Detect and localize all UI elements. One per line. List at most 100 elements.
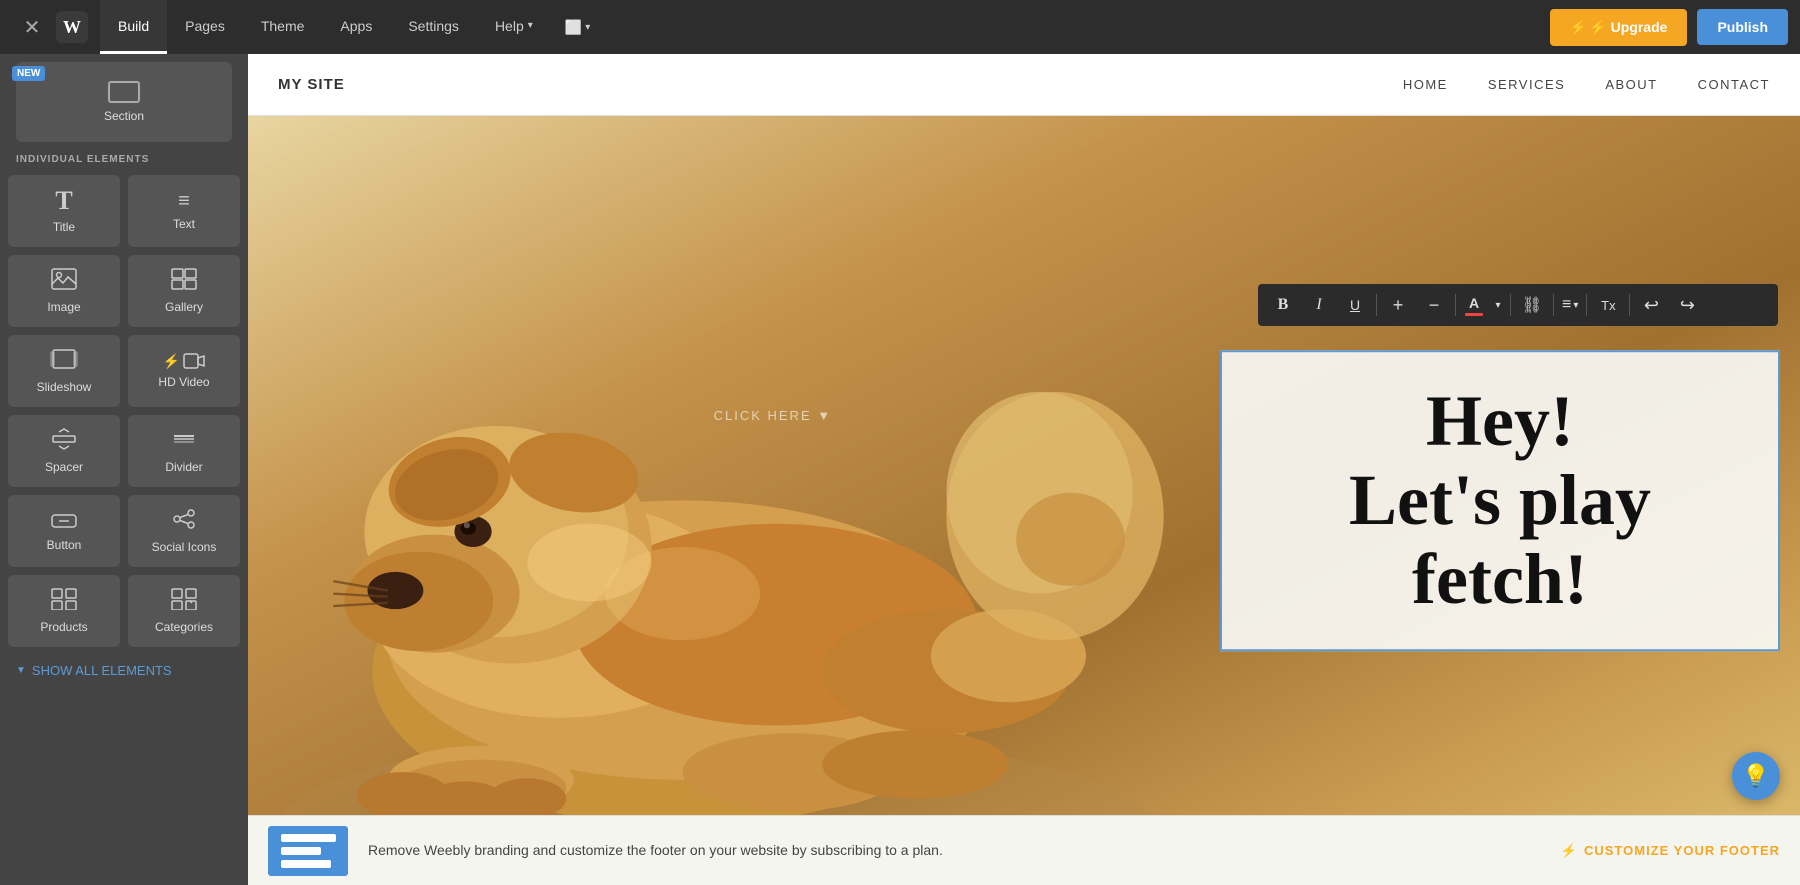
format-undo-button[interactable]: ↩ bbox=[1634, 288, 1668, 322]
site-logo: MY SITE bbox=[278, 76, 345, 93]
element-slideshow[interactable]: Slideshow bbox=[8, 335, 120, 407]
upgrade-icon: ⚡ bbox=[1570, 19, 1587, 36]
spacer-icon bbox=[51, 428, 77, 454]
footer-message: Remove Weebly branding and customize the… bbox=[368, 840, 1541, 861]
customize-footer-button[interactable]: ⚡ CUSTOMIZE YOUR FOOTER bbox=[1561, 843, 1780, 859]
puppy-svg bbox=[248, 116, 1179, 885]
element-slideshow-label: Slideshow bbox=[37, 380, 92, 394]
right-buttons: ⚡ ⚡ Upgrade Publish bbox=[1550, 9, 1788, 46]
format-underline-button[interactable]: U bbox=[1338, 288, 1372, 322]
site-nav-home[interactable]: HOME bbox=[1403, 73, 1448, 96]
element-image[interactable]: Image bbox=[8, 255, 120, 327]
close-button[interactable]: ✕ bbox=[12, 0, 52, 54]
element-button-label: Button bbox=[47, 538, 82, 552]
canvas-area: MY SITE HOME SERVICES ABOUT CONTACT bbox=[248, 54, 1800, 885]
toolbar-separator-6 bbox=[1629, 294, 1630, 316]
format-link-button[interactable]: ⛓ bbox=[1515, 288, 1549, 322]
lightning-icon: ⚡ bbox=[163, 354, 180, 368]
element-spacer[interactable]: Spacer bbox=[8, 415, 120, 487]
footer-preview-image bbox=[268, 826, 348, 876]
tab-build[interactable]: Build bbox=[100, 0, 167, 54]
customize-icon: ⚡ bbox=[1561, 843, 1578, 859]
show-all-elements-button[interactable]: ▼ SHOW ALL ELEMENTS bbox=[0, 651, 248, 690]
format-redo-button[interactable]: ↪ bbox=[1670, 288, 1704, 322]
main-layout: NEW Section INDIVIDUAL ELEMENTS T Title … bbox=[0, 54, 1800, 885]
section-icon bbox=[108, 81, 140, 103]
help-fab-button[interactable]: 💡 bbox=[1732, 752, 1780, 800]
elements-heading: INDIVIDUAL ELEMENTS bbox=[0, 142, 248, 171]
footer-line-2 bbox=[281, 847, 321, 855]
button-icon bbox=[51, 510, 77, 532]
toolbar-separator-4 bbox=[1553, 294, 1554, 316]
footer-line-1 bbox=[281, 834, 336, 842]
toolbar-separator-2 bbox=[1455, 294, 1456, 316]
customize-label: CUSTOMIZE YOUR FOOTER bbox=[1584, 843, 1780, 858]
element-button[interactable]: Button bbox=[8, 495, 120, 567]
tab-help[interactable]: Help ▾ bbox=[477, 0, 551, 54]
device-dropdown-icon: ▾ bbox=[585, 22, 590, 33]
element-title-label: Title bbox=[53, 220, 75, 234]
footer-lines bbox=[275, 828, 342, 874]
gallery-icon bbox=[171, 268, 197, 294]
element-products-label: Products bbox=[40, 620, 87, 634]
site-nav-about[interactable]: ABOUT bbox=[1605, 73, 1657, 96]
title-icon: T bbox=[55, 188, 72, 214]
hd-video-icon: ⚡ bbox=[163, 353, 205, 369]
element-social-icons-label: Social Icons bbox=[152, 540, 217, 554]
element-gallery[interactable]: Gallery bbox=[128, 255, 240, 327]
element-text[interactable]: ≡ Text bbox=[128, 175, 240, 247]
help-dropdown-icon: ▾ bbox=[528, 20, 533, 31]
section-element[interactable]: Section bbox=[16, 62, 232, 142]
element-categories-label: Categories bbox=[155, 620, 213, 634]
format-clear-button[interactable]: Tx bbox=[1591, 288, 1625, 322]
element-spacer-label: Spacer bbox=[45, 460, 83, 474]
weebly-logo-mark: W bbox=[56, 11, 88, 43]
site-nav-contact[interactable]: CONTACT bbox=[1698, 73, 1770, 96]
format-align-dropdown[interactable]: ≡ ▾ bbox=[1558, 296, 1582, 314]
footer-bar: Remove Weebly branding and customize the… bbox=[248, 815, 1800, 885]
text-icon: ≡ bbox=[178, 191, 190, 211]
device-icon: ⬜ bbox=[565, 19, 582, 36]
toolbar-separator-5 bbox=[1586, 294, 1587, 316]
hero-text: Hey!Let's playfetch! bbox=[1349, 382, 1651, 620]
image-icon bbox=[51, 268, 77, 294]
site-nav: HOME SERVICES ABOUT CONTACT bbox=[1403, 73, 1770, 96]
element-image-label: Image bbox=[47, 300, 80, 314]
section-label: Section bbox=[104, 109, 144, 123]
element-products[interactable]: Products bbox=[8, 575, 120, 647]
format-increase-button[interactable]: + bbox=[1381, 288, 1415, 322]
element-title[interactable]: T Title bbox=[8, 175, 120, 247]
format-decrease-button[interactable]: − bbox=[1417, 288, 1451, 322]
element-hd-video[interactable]: ⚡ HD Video bbox=[128, 335, 240, 407]
help-fab-icon: 💡 bbox=[1742, 763, 1769, 789]
tab-theme[interactable]: Theme bbox=[243, 0, 323, 54]
tab-settings[interactable]: Settings bbox=[390, 0, 477, 54]
format-chevron-color[interactable]: ▾ bbox=[1490, 288, 1506, 322]
weebly-logo: W bbox=[52, 0, 92, 54]
hero-section[interactable]: CLICK HERE ▼ B I U + − A ▾ ⛓ bbox=[248, 116, 1800, 885]
format-color-button[interactable]: A bbox=[1460, 291, 1488, 319]
device-toggle-button[interactable]: ⬜ ▾ bbox=[551, 0, 604, 54]
element-categories[interactable]: Categories bbox=[128, 575, 240, 647]
format-bold-button[interactable]: B bbox=[1266, 288, 1300, 322]
site-header: MY SITE HOME SERVICES ABOUT CONTACT bbox=[248, 54, 1800, 116]
social-icons-icon bbox=[171, 508, 197, 534]
element-divider[interactable]: Divider bbox=[128, 415, 240, 487]
upgrade-button[interactable]: ⚡ ⚡ Upgrade bbox=[1550, 9, 1688, 46]
element-social-icons[interactable]: Social Icons bbox=[128, 495, 240, 567]
font-color-letter: A bbox=[1469, 295, 1479, 311]
align-icon: ≡ bbox=[1562, 296, 1571, 314]
publish-button[interactable]: Publish bbox=[1697, 9, 1788, 45]
element-text-label: Text bbox=[173, 217, 195, 231]
tab-pages[interactable]: Pages bbox=[167, 0, 243, 54]
element-gallery-label: Gallery bbox=[165, 300, 203, 314]
format-italic-button[interactable]: I bbox=[1302, 288, 1336, 322]
sidebar: NEW Section INDIVIDUAL ELEMENTS T Title … bbox=[0, 54, 248, 885]
format-toolbar: B I U + − A ▾ ⛓ ≡ ▾ Tx bbox=[1258, 284, 1778, 326]
footer-line-3 bbox=[281, 860, 331, 868]
tab-apps[interactable]: Apps bbox=[322, 0, 390, 54]
categories-icon bbox=[171, 588, 197, 614]
site-nav-services[interactable]: SERVICES bbox=[1488, 73, 1566, 96]
elements-grid: T Title ≡ Text Image bbox=[0, 171, 248, 651]
text-overlay[interactable]: Hey!Let's playfetch! bbox=[1220, 350, 1780, 652]
